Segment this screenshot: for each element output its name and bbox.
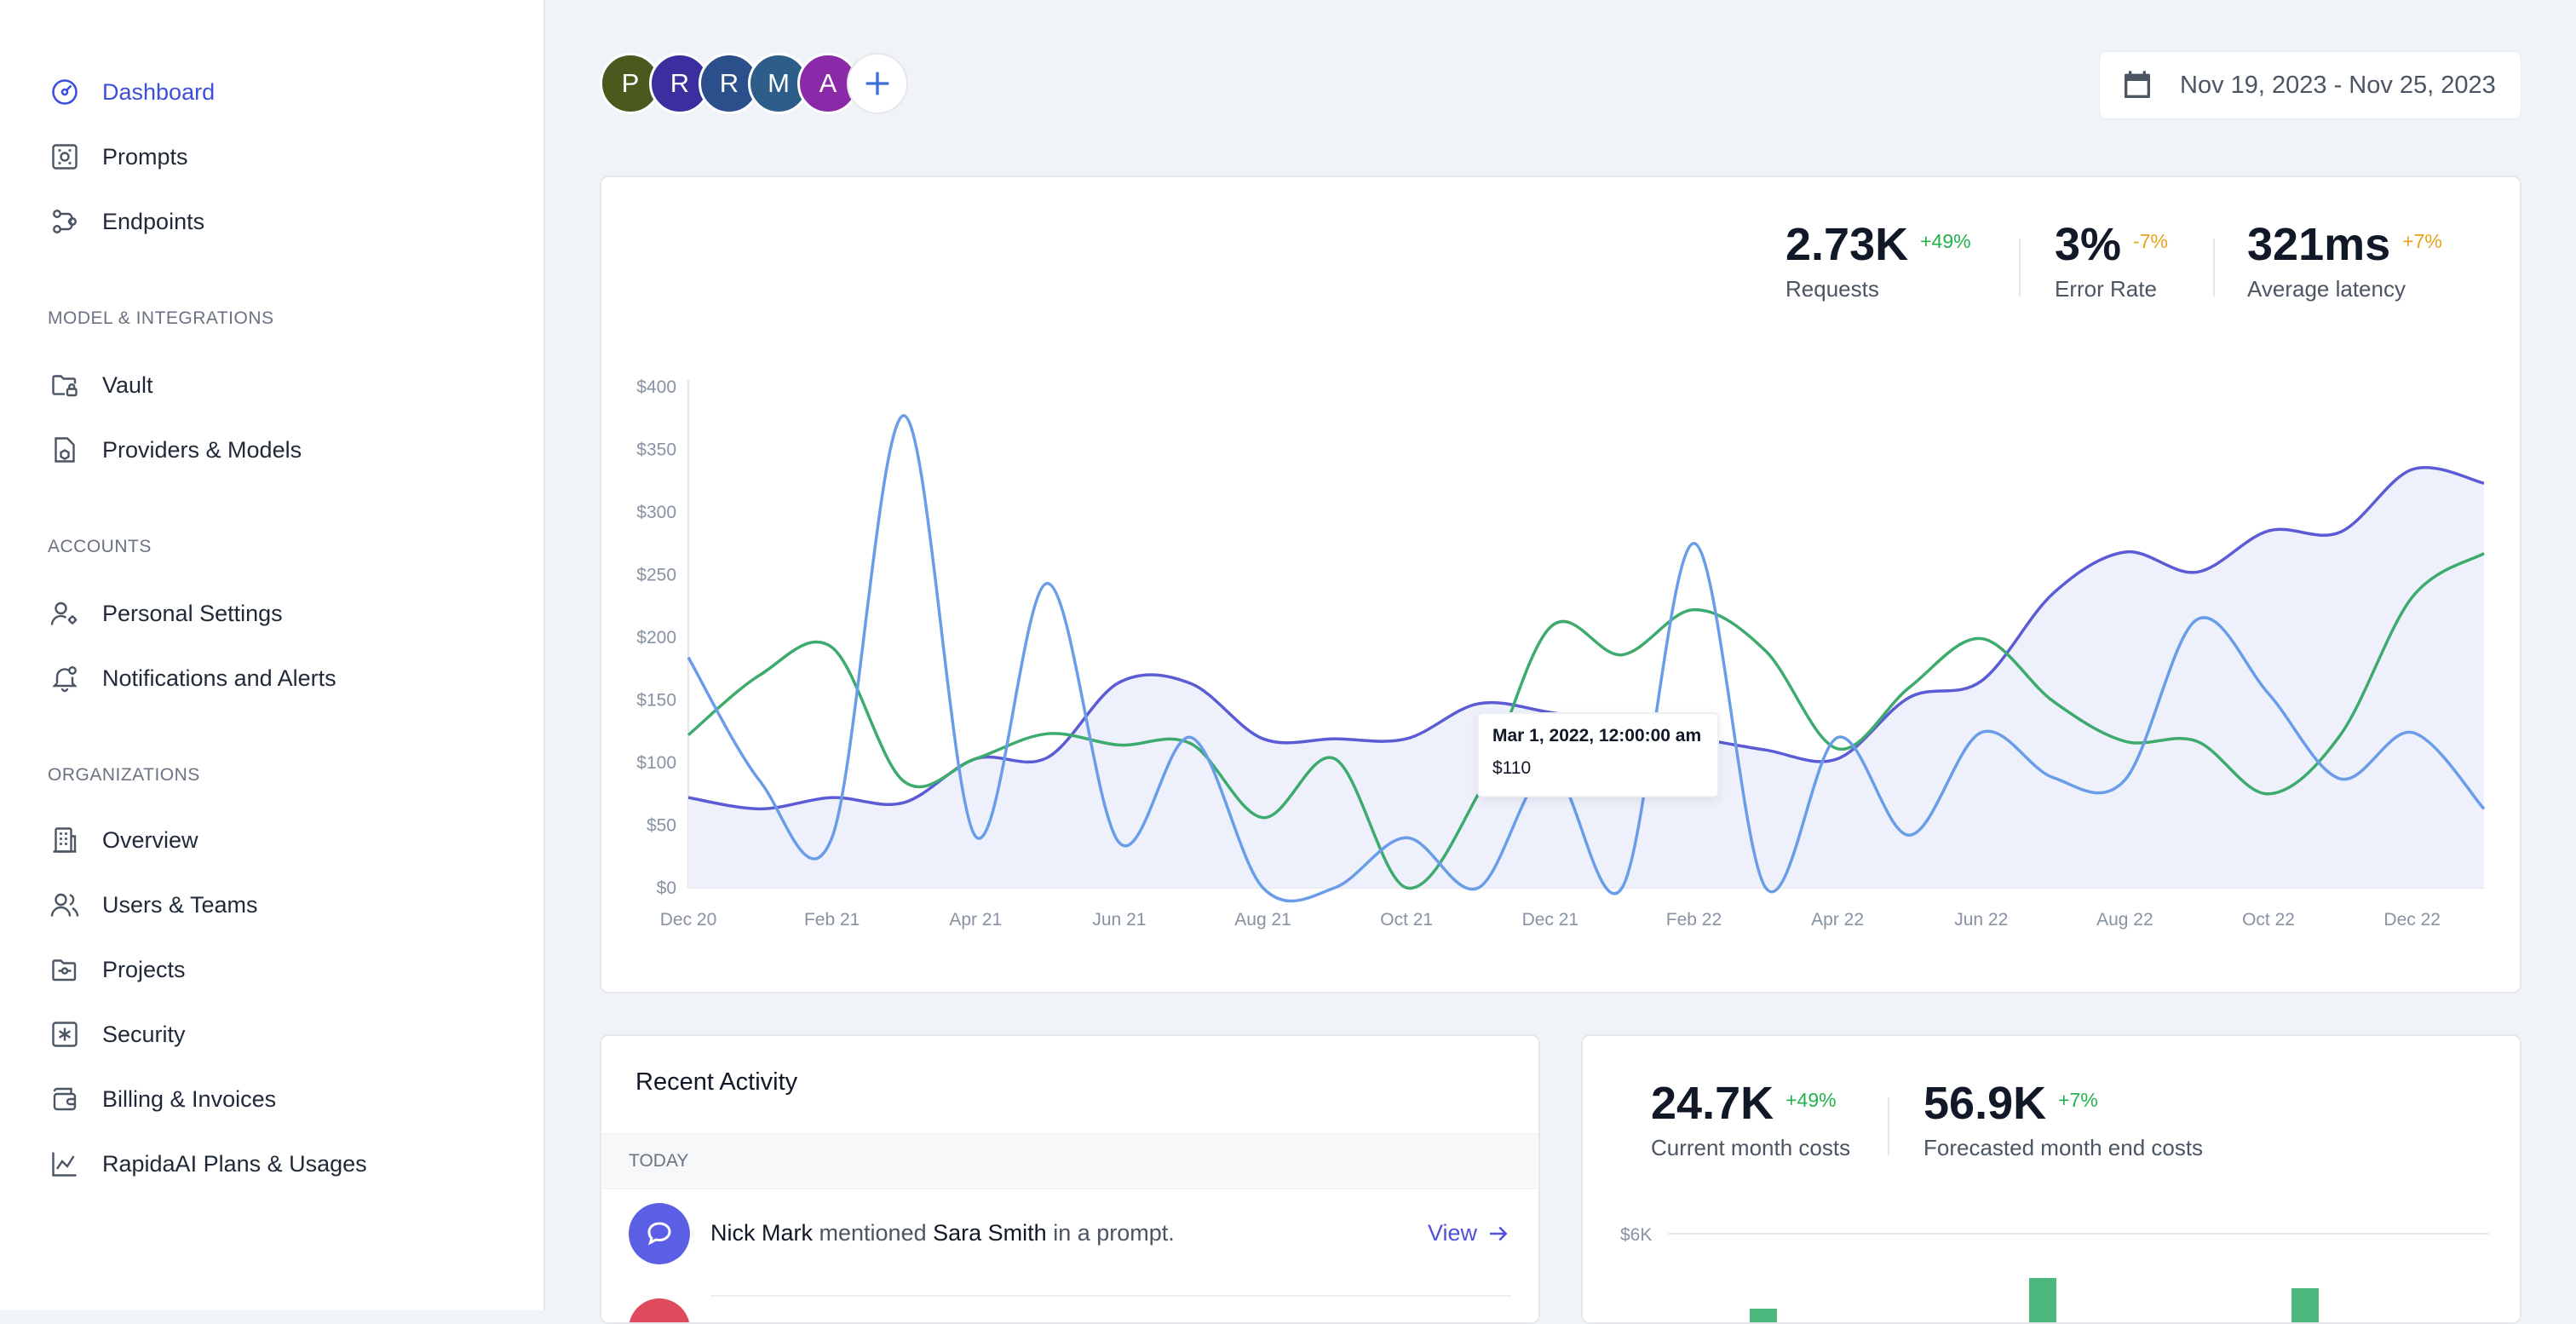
activity-item: Nick Mark mentioned Sara Smith in a prom…: [629, 1203, 1511, 1264]
costs-card: 24.7K +49% Current month costs 56.9K +7% F…: [1581, 1034, 2521, 1324]
activity-group-header: TODAY: [601, 1133, 1538, 1189]
project-folder-icon: [48, 953, 82, 987]
y-tick-label: $6K: [1620, 1225, 1652, 1245]
chat-bubble-icon: [629, 1203, 690, 1264]
x-tick-label: Aug 22: [2096, 910, 2153, 930]
x-tick-label: Aug 21: [1234, 910, 1291, 930]
x-tick-label: Apr 22: [1811, 910, 1864, 930]
y-tick-label: $150: [636, 691, 676, 711]
sidebar-item-label: RapidaAI Plans & Usages: [102, 1150, 367, 1177]
cost-bar: [2291, 1288, 2319, 1322]
sidebar-item-plans-usages[interactable]: RapidaAI Plans & Usages: [48, 1143, 367, 1184]
view-link-label: View: [1427, 1220, 1477, 1246]
chart-tooltip: Mar 1, 2022, 12:00:00 am $110: [1477, 712, 1719, 797]
cost-bar: [2029, 1278, 2056, 1322]
sidebar-item-label: Providers & Models: [102, 436, 302, 463]
sidebar-item-label: Vault: [102, 371, 153, 398]
sidebar-item-label: Overview: [102, 826, 198, 853]
sidebar-item-prompts[interactable]: Prompts: [48, 136, 188, 177]
x-tick-label: Dec 20: [660, 910, 717, 930]
chart-line-icon: [48, 1147, 82, 1181]
prompts-icon: [48, 140, 82, 174]
wallet-icon: [48, 1082, 82, 1116]
calendar-icon: [2125, 71, 2150, 98]
sidebar-item-endpoints[interactable]: Endpoints: [48, 201, 204, 242]
x-tick-label: Feb 22: [1666, 910, 1722, 930]
x-tick-label: Jun 22: [1954, 910, 2008, 930]
y-tick-label: $350: [636, 440, 676, 460]
endpoints-icon: [48, 204, 82, 239]
sidebar-item-label: Users & Teams: [102, 891, 258, 918]
y-tick-label: $250: [636, 566, 676, 585]
series-area: [688, 467, 2484, 888]
card-title: Recent Activity: [635, 1068, 798, 1096]
sidebar-item-overview[interactable]: Overview: [48, 820, 198, 861]
tooltip-value: $110: [1492, 758, 1532, 778]
date-range-text: Nov 19, 2023 - Nov 25, 2023: [2180, 71, 2496, 99]
activity-text: Nick Mark mentioned Sara Smith in a prom…: [710, 1220, 1175, 1246]
costs-bar-chart: $6K: [1620, 1225, 2489, 1322]
activity-avatar: [629, 1298, 690, 1322]
activity-target: Sara Smith: [933, 1220, 1047, 1246]
section-title-accounts: ACCOUNTS: [48, 537, 152, 556]
activity-actor: Nick Mark: [710, 1220, 813, 1246]
cost-bar: [1750, 1309, 1777, 1322]
sidebar-item-label: Endpoints: [102, 208, 205, 234]
sidebar-item-personal-settings[interactable]: Personal Settings: [48, 593, 283, 634]
x-tick-label: Dec 21: [1522, 910, 1579, 930]
sidebar-item-label: Billing & Invoices: [102, 1085, 277, 1112]
dashboard-gauge-icon: [48, 75, 82, 109]
sidebar: Dashboard Prompts Endpoints MODEL & INTE…: [0, 0, 545, 1310]
usage-chart-card: 2.73K +49% Requests 3% -7% Error Rate 321m…: [600, 176, 2521, 993]
sidebar-item-dashboard[interactable]: Dashboard: [48, 72, 215, 112]
y-tick-label: $0: [657, 878, 676, 898]
y-tick-label: $300: [636, 503, 676, 522]
y-tick-label: $100: [636, 753, 676, 773]
x-tick-label: Apr 21: [949, 910, 1002, 930]
sidebar-item-billing[interactable]: Billing & Invoices: [48, 1079, 276, 1120]
usage-line-chart[interactable]: $0 $50 $100 $150 $200 $250 $300 $350 $400 Dec 20 F…: [601, 177, 2520, 993]
user-settings-icon: [48, 596, 82, 630]
divider: [710, 1295, 1511, 1297]
sidebar-item-label: Dashboard: [102, 78, 216, 105]
sidebar-item-vault[interactable]: Vault: [48, 365, 153, 406]
x-tick-label: Oct 22: [2242, 910, 2295, 930]
sidebar-item-label: Notifications and Alerts: [102, 665, 336, 691]
sidebar-item-label: Personal Settings: [102, 600, 283, 626]
arrow-right-icon: [1490, 1226, 1508, 1241]
sidebar-item-providers-models[interactable]: Providers & Models: [48, 429, 302, 470]
sidebar-item-security[interactable]: Security: [48, 1014, 186, 1055]
y-tick-label: $400: [636, 377, 676, 397]
section-title-organizations: ORGANIZATIONS: [48, 765, 200, 785]
security-asterisk-icon: [48, 1017, 82, 1051]
bell-icon: [48, 661, 82, 695]
sidebar-item-projects[interactable]: Projects: [48, 949, 186, 990]
recent-activity-card: Recent Activity TODAY Nick Mark mentione…: [600, 1034, 1540, 1324]
activity-verb: mentioned: [819, 1220, 927, 1246]
y-tick-label: $200: [636, 628, 676, 648]
building-icon: [48, 823, 82, 857]
plus-icon: [865, 72, 889, 95]
sidebar-item-label: Projects: [102, 956, 186, 982]
y-tick-label: $50: [647, 816, 676, 836]
sidebar-item-notifications[interactable]: Notifications and Alerts: [48, 658, 336, 699]
add-member-button[interactable]: [847, 53, 908, 114]
x-tick-label: Oct 21: [1380, 910, 1433, 930]
sidebar-item-users-teams[interactable]: Users & Teams: [48, 884, 258, 925]
group-label: TODAY: [629, 1151, 689, 1171]
view-link[interactable]: View: [1428, 1220, 1511, 1246]
activity-suffix: in a prompt.: [1053, 1220, 1175, 1246]
section-title-model-integrations: MODEL & INTEGRATIONS: [48, 308, 274, 328]
sidebar-item-label: Prompts: [102, 143, 188, 170]
date-range-picker[interactable]: Nov 19, 2023 - Nov 25, 2023: [2099, 51, 2521, 119]
users-icon: [48, 888, 82, 922]
providers-cube-icon: [48, 433, 82, 467]
vault-folder-lock-icon: [48, 368, 82, 402]
x-tick-label: Feb 21: [804, 910, 860, 930]
sidebar-item-label: Security: [102, 1021, 186, 1047]
x-tick-label: Jun 21: [1092, 910, 1146, 930]
tooltip-date: Mar 1, 2022, 12:00:00 am: [1492, 726, 1702, 745]
x-tick-label: Dec 22: [2383, 910, 2441, 930]
